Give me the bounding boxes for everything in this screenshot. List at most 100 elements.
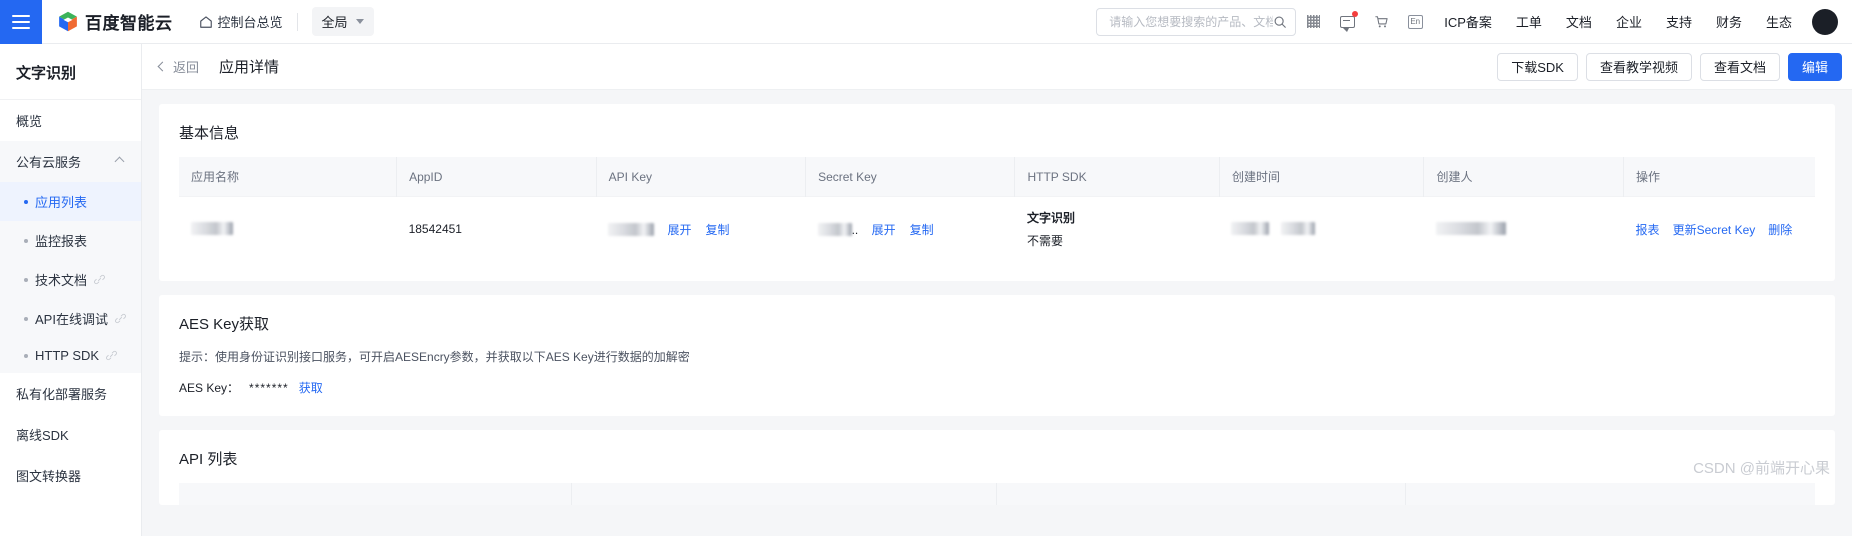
sidebar-group-header[interactable]: 公有云服务 [0, 141, 141, 182]
console-overview-label: 控制台总览 [217, 15, 283, 30]
col-http-sdk: HTTP SDK [1014, 157, 1220, 197]
console-overview-link[interactable]: 控制台总览 [199, 12, 283, 31]
view-docs-button[interactable]: 查看文档 [1699, 52, 1780, 81]
chevron-left-icon [157, 61, 168, 72]
sidebar-item-converter[interactable]: 图文转换器 [0, 455, 141, 496]
qr-code-icon[interactable] [1296, 0, 1330, 44]
brand-logo-link[interactable]: 百度智能云 [58, 9, 173, 34]
redacted-create-time-1 [1231, 222, 1270, 235]
external-link-icon [106, 350, 117, 361]
bullet-icon [24, 316, 28, 321]
sidebar-item-overview[interactable]: 概览 [0, 100, 141, 141]
api-col-3 [997, 483, 1406, 505]
baidu-cloud-logo-icon [59, 11, 77, 32]
bullet-icon [24, 238, 28, 243]
notification-badge [1352, 10, 1359, 17]
api-list-title: API 列表 [179, 451, 238, 468]
external-link-icon [115, 313, 126, 324]
brand-name: 百度智能云 [85, 14, 173, 33]
qr-code-glyph [1306, 15, 1320, 28]
content-scroll-area[interactable]: 基本信息 应用名称 AppID API Key Secret Key HTTP … [142, 90, 1852, 536]
nav-item-ticket[interactable]: 工单 [1504, 0, 1554, 44]
col-create-time: 创建时间 [1219, 157, 1425, 197]
cart-glyph [1375, 15, 1388, 27]
nav-item-enterprise[interactable]: 企业 [1604, 0, 1654, 44]
aes-key-title: AES Key获取 [179, 316, 270, 333]
scope-selector[interactable]: 全局 [311, 7, 374, 36]
aes-key-get-link[interactable]: 获取 [299, 379, 323, 396]
sidebar-item-label: 技术文档 [35, 273, 88, 288]
api-col-4 [1406, 483, 1815, 505]
cell-app-name [179, 196, 397, 261]
aes-key-hint: 提示：使用身份证识别接口服务，可开启AESEncry参数，并获取以下AES Ke… [179, 350, 690, 364]
page-body: 文字识别 概览 公有云服务 应用列表 监控报表 技术文档 API在线调试 HTT… [0, 44, 1852, 536]
back-button[interactable]: 返回 [157, 57, 200, 76]
cell-creator [1423, 196, 1624, 261]
cell-secret-key: .. 展开 复制 [805, 196, 1015, 261]
aes-key-value: ******* [249, 380, 289, 395]
message-icon[interactable] [1330, 0, 1364, 44]
sidebar-item-private-deploy[interactable]: 私有化部署服务 [0, 373, 141, 414]
basic-info-table: 应用名称 AppID API Key Secret Key HTTP SDK 创… [179, 157, 1815, 261]
external-link-icon [94, 274, 105, 285]
sidebar-item-monitor-report[interactable]: 监控报表 [0, 221, 141, 260]
aes-key-card: AES Key获取 提示：使用身份证识别接口服务，可开启AESEncry参数，并… [159, 295, 1835, 416]
sidebar-group-label: 公有云服务 [16, 155, 82, 170]
watch-tutorial-button[interactable]: 查看教学视频 [1585, 52, 1692, 81]
home-icon [199, 15, 212, 28]
bullet-icon [24, 277, 28, 282]
delete-link[interactable]: 删除 [1768, 221, 1792, 238]
api-key-actions: 展开 复制 [668, 221, 730, 238]
sidebar-item-label: 应用列表 [35, 195, 88, 210]
row-operations: 报表 更新Secret Key 删除 [1636, 221, 1803, 238]
edit-button[interactable]: 编辑 [1787, 52, 1842, 81]
cell-operations: 报表 更新Secret Key 删除 [1623, 196, 1815, 261]
search-input[interactable] [1109, 14, 1274, 29]
bullet-icon [24, 199, 28, 204]
sidebar-item-http-sdk[interactable]: HTTP SDK [0, 338, 141, 373]
hamburger-menu-icon[interactable] [0, 0, 42, 44]
sidebar-group-public-cloud: 公有云服务 应用列表 监控报表 技术文档 API在线调试 HTTP SDK [0, 141, 141, 373]
col-app-name: 应用名称 [179, 157, 398, 197]
page-header: 返回 应用详情 下载SDK 查看教学视频 查看文档 编辑 [142, 44, 1852, 90]
global-search-box[interactable] [1096, 7, 1297, 36]
message-glyph [1339, 15, 1355, 32]
basic-info-card: 基本信息 应用名称 AppID API Key Secret Key HTTP … [159, 104, 1835, 281]
secret-key-expand-link[interactable]: 展开 [872, 221, 896, 238]
update-secret-key-link[interactable]: 更新Secret Key [1673, 221, 1756, 238]
sidebar-item-label: API在线调试 [35, 312, 108, 327]
search-icon[interactable] [1273, 15, 1287, 29]
nav-item-icp[interactable]: ICP备案 [1432, 0, 1504, 44]
col-creator: 创建人 [1423, 157, 1625, 197]
header-actions: 下载SDK 查看教学视频 查看文档 编辑 [1497, 52, 1842, 81]
nav-item-finance[interactable]: 财务 [1704, 0, 1754, 44]
secret-key-copy-link[interactable]: 复制 [910, 221, 934, 238]
language-en-icon[interactable]: En [1398, 0, 1432, 44]
api-col-1 [179, 483, 572, 505]
report-link[interactable]: 报表 [1636, 221, 1660, 238]
nav-item-support[interactable]: 支持 [1654, 0, 1704, 44]
table-row: 18542451 展开 复制 .. 展开 复制 文字识别 不需要 报表 更新Se… [179, 196, 1815, 261]
api-key-copy-link[interactable]: 复制 [706, 221, 730, 238]
sidebar-item-offline-sdk[interactable]: 离线SDK [0, 414, 141, 455]
download-sdk-button[interactable]: 下载SDK [1497, 52, 1578, 81]
http-sdk-name: 文字识别 [1026, 211, 1075, 225]
table-header-row: 应用名称 AppID API Key Secret Key HTTP SDK 创… [179, 157, 1815, 197]
redacted-secret-key [817, 222, 852, 236]
sidebar-title: 文字识别 [0, 44, 141, 100]
scope-selector-value: 全局 [321, 15, 348, 30]
nav-item-docs[interactable]: 文档 [1554, 0, 1604, 44]
cart-icon[interactable] [1364, 0, 1398, 44]
col-app-id: AppID [396, 157, 597, 197]
sidebar-item-app-list[interactable]: 应用列表 [0, 182, 141, 221]
sidebar-item-api-debug[interactable]: API在线调试 [0, 299, 141, 338]
nav-item-ecosystem[interactable]: 生态 [1754, 0, 1804, 44]
back-label: 返回 [173, 60, 200, 75]
page-title: 应用详情 [219, 59, 280, 76]
user-avatar[interactable] [1812, 8, 1838, 35]
col-secret-key: Secret Key [805, 157, 1016, 197]
sidebar-item-tech-docs[interactable]: 技术文档 [0, 260, 141, 299]
api-key-expand-link[interactable]: 展开 [668, 221, 692, 238]
sidebar-item-label: 监控报表 [35, 234, 88, 249]
bullet-icon [24, 353, 28, 358]
